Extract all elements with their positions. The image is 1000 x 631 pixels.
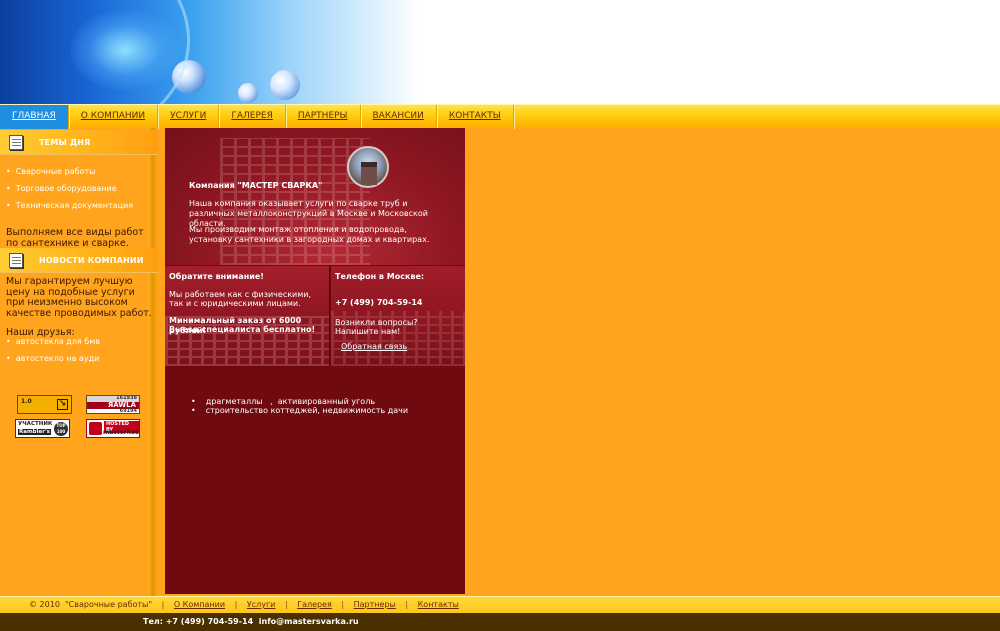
masterhost-badge[interactable]: HOSTED BY masterhost <box>86 419 140 438</box>
intro-title: Компания "МАСТЕР СВАРКА" <box>189 181 323 190</box>
banner-image <box>0 0 420 105</box>
footer-link-partners[interactable]: Партнеры <box>354 600 396 609</box>
nav-item-contacts[interactable]: КОНТАКТЫ <box>437 105 514 129</box>
nav-item-partners[interactable]: ПАРТНЕРЫ <box>286 105 361 129</box>
copyright: © 2010 "Сварочные работы" <box>29 600 153 609</box>
tag-item[interactable]: строительство коттеджей, недвижимость да… <box>191 406 408 415</box>
footer-row: © 2010 "Сварочные работы" | О Компании |… <box>29 600 459 609</box>
nav-item-services[interactable]: УСЛУГИ <box>158 105 220 129</box>
footer-link-gallery[interactable]: Галерея <box>297 600 332 609</box>
phone-number: +7 (499) 704-59-14 <box>335 298 423 307</box>
footer-link-contacts[interactable]: Контакты <box>418 600 459 609</box>
tag-list: драгметаллы , активированный уголь строи… <box>191 397 408 415</box>
news-text: Мы гарантируем лучшую цену на подобные у… <box>6 276 152 319</box>
counter-badge[interactable]: 1.0 ↘ <box>17 395 72 414</box>
nav-link-about[interactable]: О КОМПАНИИ <box>81 111 145 121</box>
friend-link-item[interactable]: автостекло на ауди <box>6 354 100 371</box>
separator: | <box>405 600 409 609</box>
separator: | <box>234 600 238 609</box>
sidebar-divider <box>148 128 158 596</box>
tag-link[interactable]: драгметаллы , активированный уголь <box>206 397 375 406</box>
intro-paragraph: Мы производим монтаж отопления и водопро… <box>189 225 430 244</box>
left-sidebar: ТЕМЫ ДНЯ Сварочные работы Торговое обору… <box>0 128 158 596</box>
topic-item[interactable]: Торговое оборудование <box>6 184 133 201</box>
nav-item-vacancies[interactable]: ВАКАНСИИ <box>361 105 437 129</box>
footer-contacts: Тел: +7 (499) 704-59-14 info@mastersvark… <box>143 617 359 626</box>
arrow-icon: ↘ <box>57 399 68 410</box>
nav-link-gallery[interactable]: ГАЛЕРЕЯ <box>231 111 272 121</box>
topics-title: ТЕМЫ ДНЯ <box>39 138 91 147</box>
notice-panel: Обратите внимание! Мы работаем как с физ… <box>165 266 330 366</box>
nav-item-gallery[interactable]: ГАЛЕРЕЯ <box>219 105 286 129</box>
topic-link[interactable]: Сварочные работы <box>16 167 96 176</box>
topic-item[interactable]: Техническая документация <box>6 201 133 218</box>
topic-link[interactable]: Торговое оборудование <box>16 184 117 193</box>
contact-panel: Телефон в Москве: +7 (499) 704-59-14 Воз… <box>331 266 465 366</box>
rambler-line2: Rambler's <box>18 429 51 435</box>
banner-orb <box>238 83 258 103</box>
callback-link[interactable]: Обратная связь <box>341 342 407 351</box>
notepad-icon <box>9 253 23 268</box>
topics-list: Сварочные работы Торговое оборудование Т… <box>6 167 133 218</box>
nav-link-vacancies[interactable]: ВАКАНСИИ <box>373 111 424 121</box>
rambler-line1: УЧАСТНИК <box>18 421 53 427</box>
counter-value: 1.0 <box>21 398 32 405</box>
main-nav: ГЛАВНАЯ О КОМПАНИИ УСЛУГИ ГАЛЕРЕЯ ПАРТНЕ… <box>0 104 1000 129</box>
news-header: НОВОСТИ КОМПАНИИ <box>0 248 158 273</box>
separator: | <box>341 600 345 609</box>
notice-text: так и с юридическими лицами. <box>169 299 301 308</box>
banner-arc <box>0 0 190 105</box>
nav-item-home[interactable]: ГЛАВНАЯ <box>0 105 69 129</box>
yawla-bottom-count: 69194 <box>119 408 137 414</box>
bottom-bar: Тел: +7 (499) 704-59-14 info@mastersvark… <box>0 613 1000 631</box>
topic-link[interactable]: Техническая документация <box>16 201 133 210</box>
house-photo <box>347 146 389 188</box>
header-banner <box>0 0 1000 105</box>
separator: | <box>284 600 288 609</box>
notice-free-visit: Выезд специалиста бесплатно! <box>169 325 316 334</box>
rambler-top: TOP 100 <box>54 422 68 436</box>
topic-item[interactable]: Сварочные работы <box>6 167 133 184</box>
phone-title: Телефон в Москве: <box>335 272 425 281</box>
intro-block: Компания "МАСТЕР СВАРКА" Наша компания о… <box>165 128 465 265</box>
tag-item[interactable]: драгметаллы , активированный уголь <box>191 397 408 406</box>
masterhost-icon <box>89 422 102 435</box>
notice-title: Обратите внимание! <box>169 272 264 281</box>
footer-link-services[interactable]: Услуги <box>247 600 276 609</box>
question-text: Напишите нам! <box>335 327 401 336</box>
nav-link-home[interactable]: ГЛАВНАЯ <box>12 111 56 121</box>
nav-link-contacts[interactable]: КОНТАКТЫ <box>449 111 501 121</box>
nav-item-about[interactable]: О КОМПАНИИ <box>69 105 159 129</box>
yawla-badge[interactable]: 161938 ЯAWLA 69194 <box>86 395 140 414</box>
masterhost-line2: masterhost <box>103 429 140 436</box>
topics-header: ТЕМЫ ДНЯ <box>0 130 158 155</box>
nav-link-partners[interactable]: ПАРТНЕРЫ <box>298 111 348 121</box>
nav-link-services[interactable]: УСЛУГИ <box>170 111 206 121</box>
news-title: НОВОСТИ КОМПАНИИ <box>39 256 144 265</box>
banner-orb <box>270 70 300 100</box>
friend-link[interactable]: автостекла для бмв <box>16 337 100 346</box>
friend-link-item[interactable]: автостекла для бмв <box>6 337 100 354</box>
topics-note: Выполняем все виды работ по сантехнике и… <box>6 227 144 249</box>
friends-list: автостекла для бмв автостекло на ауди <box>6 337 100 371</box>
info-panels: Обратите внимание! Мы работаем как с физ… <box>165 266 465 366</box>
footer-nav: © 2010 "Сварочные работы" | О Компании |… <box>0 596 1000 613</box>
tag-link[interactable]: строительство коттеджей, недвижимость да… <box>206 406 408 415</box>
friend-link[interactable]: автостекло на ауди <box>16 354 100 363</box>
footer-link-about[interactable]: О Компании <box>174 600 225 609</box>
separator: | <box>161 600 165 609</box>
main-content: Компания "МАСТЕР СВАРКА" Наша компания о… <box>165 128 465 594</box>
rambler-top100-badge[interactable]: УЧАСТНИК Rambler's TOP 100 <box>15 419 70 438</box>
notepad-icon <box>9 135 23 150</box>
